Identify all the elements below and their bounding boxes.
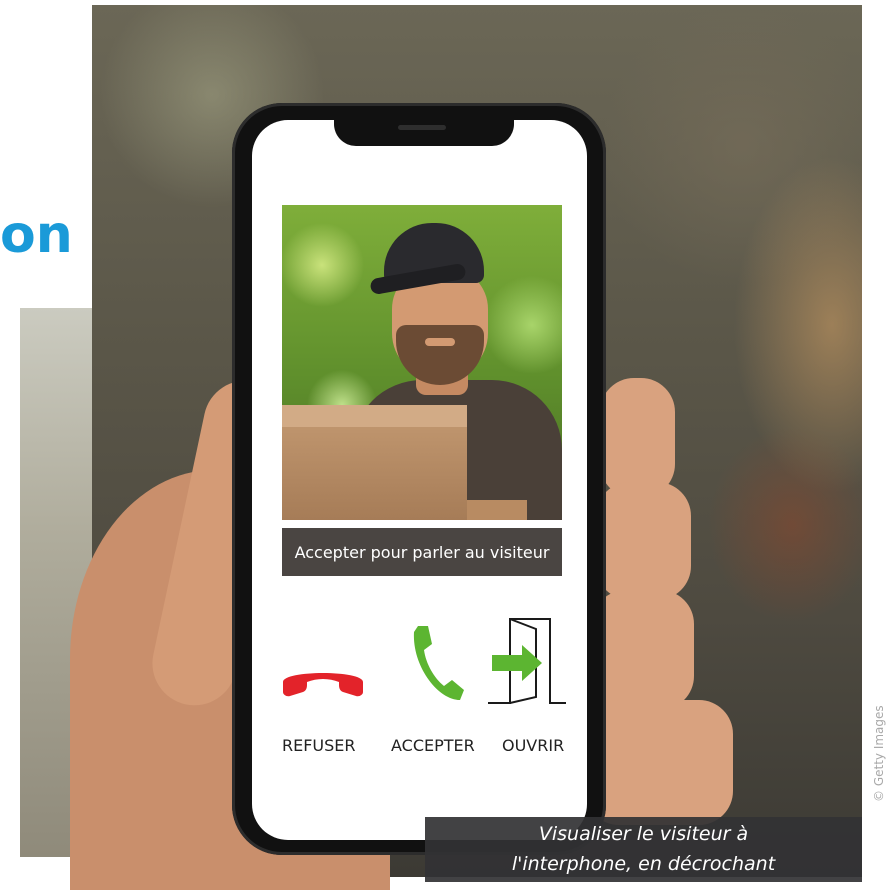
title-block: on bbox=[0, 0, 92, 308]
hand-finger bbox=[585, 700, 733, 825]
hand-finger bbox=[592, 590, 694, 710]
accept-prompt-bar: Accepter pour parler au visiteur bbox=[282, 528, 562, 576]
visitor-video bbox=[282, 205, 562, 520]
page-title-fragment: on bbox=[0, 205, 73, 265]
accept-prompt-text: Accepter pour parler au visiteur bbox=[294, 542, 550, 562]
photo-credit: © Getty Images bbox=[872, 705, 886, 802]
refuse-button[interactable] bbox=[279, 660, 367, 705]
phone-icon bbox=[413, 626, 464, 700]
visitor-beard bbox=[396, 325, 484, 385]
photo-caption: Visualiser le visiteur à l'interphone, e… bbox=[425, 817, 862, 882]
refuse-label: REFUSER bbox=[282, 736, 356, 755]
phone-speaker bbox=[398, 125, 446, 130]
door-exit-icon bbox=[488, 618, 566, 704]
caption-line-1: Visualiser le visiteur à bbox=[538, 823, 749, 845]
parcel-box-second bbox=[467, 500, 527, 520]
visitor-mouth bbox=[425, 338, 455, 346]
open-door-button[interactable] bbox=[488, 615, 568, 707]
parcel-box-top bbox=[282, 405, 467, 427]
accept-label: ACCEPTER bbox=[391, 736, 475, 755]
open-door-label: OUVRIR bbox=[502, 736, 565, 755]
hand-finger bbox=[596, 482, 691, 600]
hand-finger bbox=[600, 378, 675, 498]
hang-up-icon bbox=[283, 673, 363, 697]
accept-button[interactable] bbox=[408, 622, 466, 704]
caption-line-2: l'interphone, en décrochant bbox=[511, 853, 776, 875]
